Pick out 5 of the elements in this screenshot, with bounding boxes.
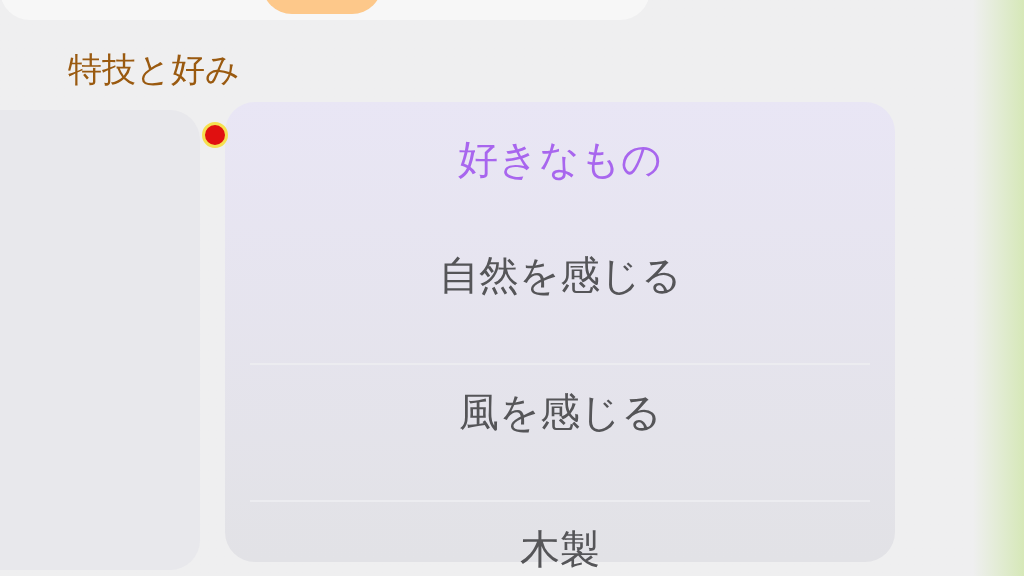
like-item: 風を感じる: [458, 388, 662, 437]
likes-heading: 好きなもの: [458, 135, 662, 184]
section-title: 特技と好み: [68, 48, 240, 91]
like-item: 自然を感じる: [438, 251, 682, 300]
like-item: 木製: [520, 525, 600, 574]
